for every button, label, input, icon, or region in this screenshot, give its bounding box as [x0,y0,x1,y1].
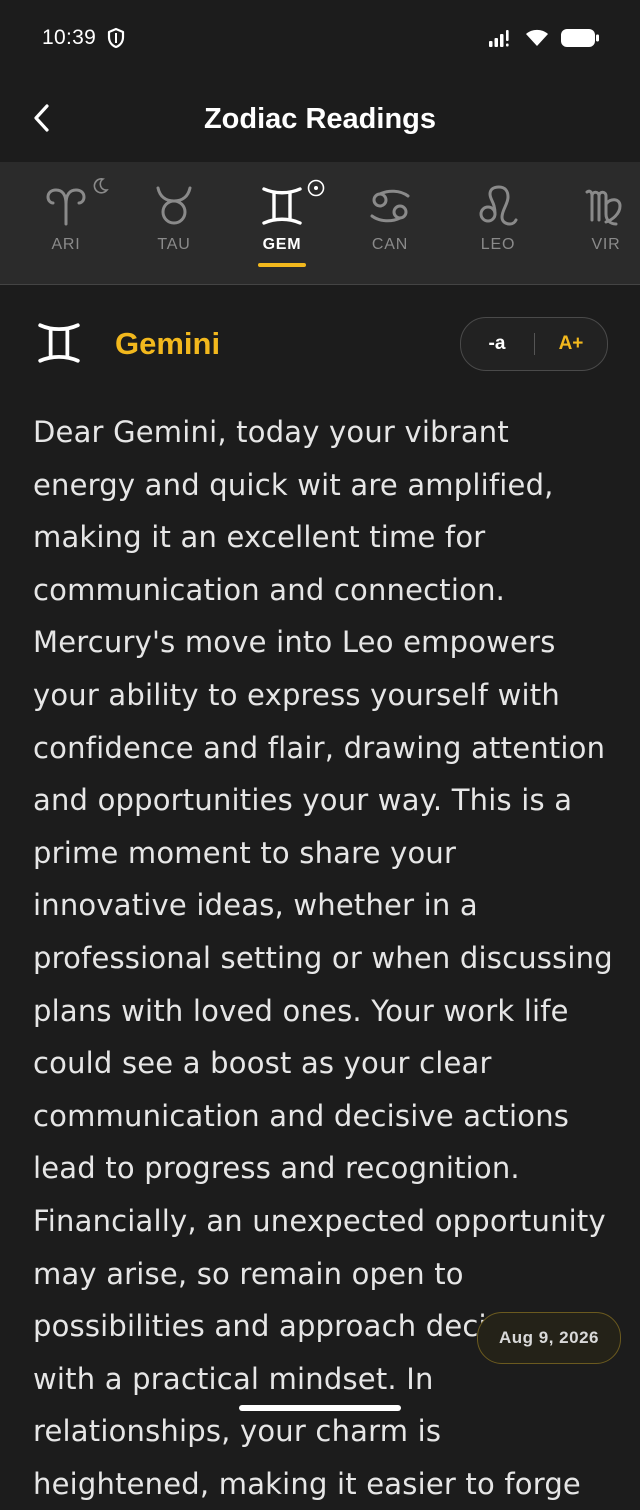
moon-icon [93,178,109,194]
tab-gemini[interactable]: GEM [228,162,336,284]
sign-name: Gemini [115,326,221,361]
cancer-icon [370,189,410,223]
tab-taurus[interactable]: TAU [120,162,228,284]
page-title: Zodiac Readings [203,103,437,135]
tab-cancer[interactable]: CAN [336,162,444,284]
tab-label: TAU [157,236,191,253]
sun-icon [307,179,325,197]
sign-tabs: ARI TAU GEM CAN LEO VIR [0,162,640,285]
font-size-control: -a A+ [460,317,608,371]
status-icons [488,27,600,54]
tab-label: ARI [51,236,81,253]
battery-icon [560,27,600,54]
aries-icon [46,188,86,226]
gemini-icon [38,323,80,363]
tab-label: CAN [371,236,409,253]
tab-label: LEO [480,236,516,253]
tab-leo[interactable]: LEO [444,162,552,284]
increase-font-button[interactable]: A+ [535,318,607,370]
virgo-icon [585,189,622,226]
tab-virgo[interactable]: VIR [552,162,640,284]
shield-icon [106,27,126,54]
sign-header: Gemini -a A+ [0,300,640,390]
status-time: 10:39 [42,26,97,49]
tab-label: VIR [591,236,621,253]
home-indicator [239,1405,401,1411]
decrease-font-button[interactable]: -a [461,318,533,370]
active-tab-indicator [258,263,306,267]
signal-icon [488,28,514,53]
app-bar: Zodiac Readings [0,78,640,162]
leo-icon [479,185,518,226]
status-bar: 10:39 [0,0,640,78]
tab-label: GEM [262,236,302,253]
tab-aries[interactable]: ARI [12,162,120,284]
wifi-icon [524,28,550,53]
gemini-icon [262,187,302,225]
date-chip[interactable]: Aug 9, 2026 [477,1312,621,1364]
taurus-icon [156,186,192,225]
